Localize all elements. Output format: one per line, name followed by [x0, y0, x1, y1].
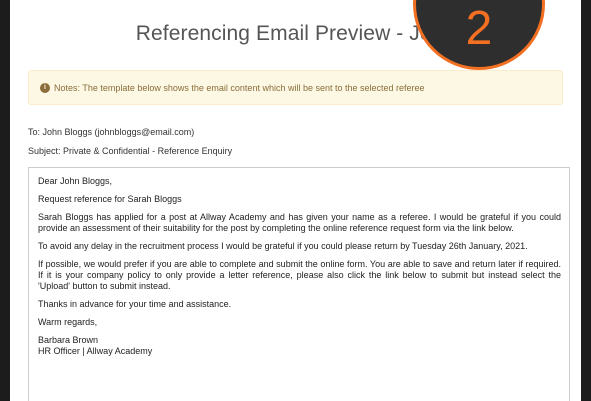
email-paragraph: Sarah Bloggs has applied for a post at A… [38, 212, 561, 233]
email-paragraph: To avoid any delay in the recruitment pr… [38, 241, 528, 251]
signature-title: HR Officer | Allway Academy [38, 346, 153, 356]
info-circle-icon: i [40, 82, 50, 93]
signature-name: Barbara Brown [38, 335, 99, 345]
email-paragraph: Thanks in advance for your time and assi… [38, 299, 232, 309]
email-subject-line: Subject: Private & Confidential - Refere… [28, 146, 233, 156]
email-paragraph: If possible, we would prefer if you are … [38, 259, 561, 291]
step-number: 2 [465, 2, 493, 55]
notice-text: Notes: The template below shows the emai… [54, 82, 425, 93]
email-greeting: Dear John Bloggs, [38, 176, 113, 186]
email-closing: Warm regards, [38, 317, 98, 327]
email-heading: Request reference for Sarah Bloggs [38, 194, 182, 204]
email-to-line: To: John Bloggs (johnbloggs@email.com) [28, 127, 195, 137]
email-signature: Barbara Brown HR Officer | Allway Academ… [38, 335, 561, 357]
notice-alert: i Notes: The template below shows the em… [28, 70, 563, 105]
email-body-preview[interactable]: Dear John Bloggs, Request reference for … [28, 167, 570, 401]
